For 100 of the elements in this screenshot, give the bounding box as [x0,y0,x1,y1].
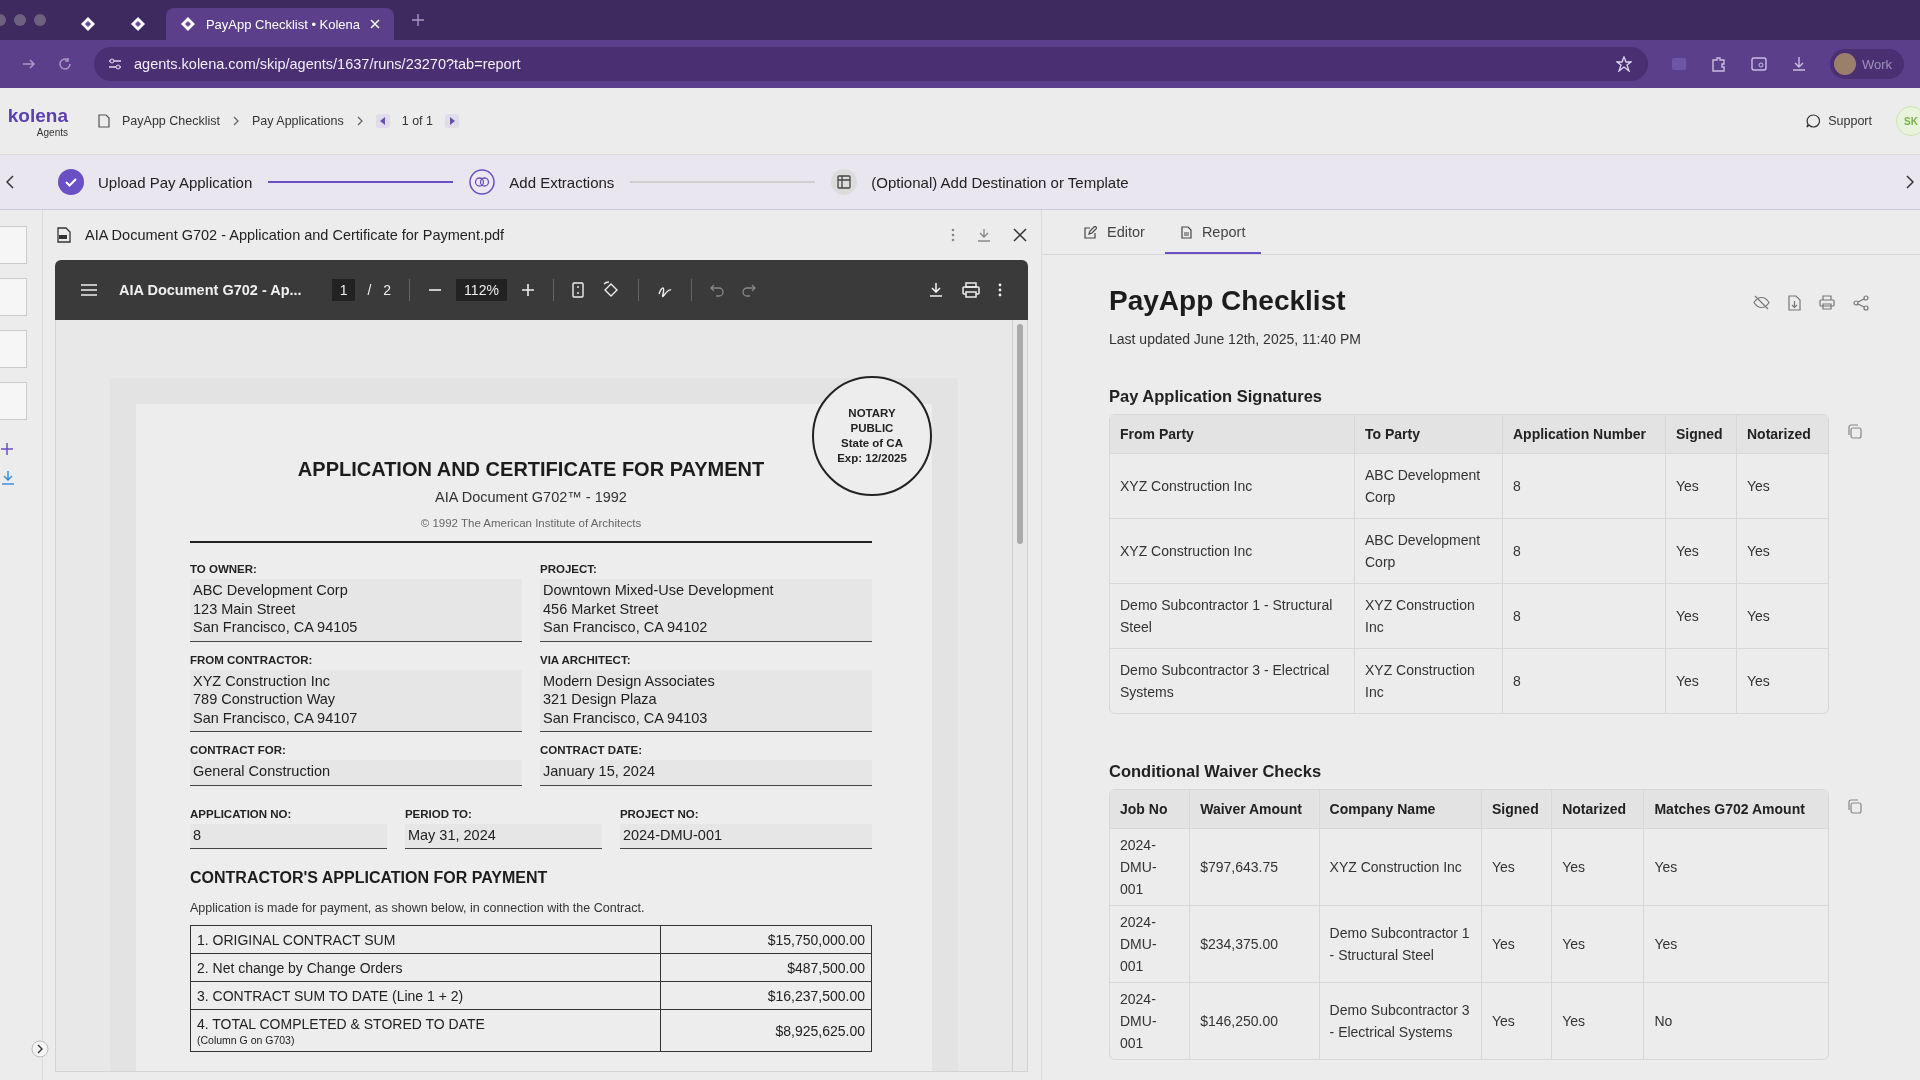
chevron-right-icon[interactable] [1906,175,1914,189]
next-icon[interactable] [445,114,459,128]
section-heading: Pay Application Signatures [1109,387,1324,406]
support-button[interactable]: Support [1806,114,1872,128]
field-label: CONTRACT FOR: [190,744,287,756]
table-cell: XYZ Construction Inc [1319,828,1482,905]
table-cell: ABC Development Corp [1355,518,1503,583]
avatar-icon [1833,53,1856,75]
table-cell: Yes [1552,905,1645,982]
wizard-step[interactable]: Upload Pay Application [58,169,253,195]
table-cell: Yes [1482,828,1553,905]
page-separator: / [367,282,372,298]
table-cell: XYZ Construction Inc [1110,453,1355,518]
scrollbar-thumb[interactable] [1017,324,1023,544]
table-cell: Demo Subcontractor 3 - Electrical Systems [1110,648,1355,713]
copy-icon[interactable] [1847,799,1862,814]
wizard-step[interactable]: (Optional) Add Destination or Template [831,169,1129,195]
zoom-field[interactable]: 112% [456,279,507,301]
chevron-left-icon[interactable] [6,175,14,189]
profile-button[interactable]: Work [1829,49,1904,79]
table-cell: Yes [1666,648,1737,713]
url-text: agents.kolena.com/skip/agents/1637/runs/23270?tab=report [134,56,522,72]
new-tab-icon[interactable] [412,14,424,26]
tab-search-icon[interactable] [1749,55,1768,73]
table-cell: Yes [1666,583,1737,648]
browser-tab[interactable]: PayApp Checklist • Kolena [166,8,394,40]
page-thumbnail[interactable] [0,278,27,316]
more-icon[interactable] [998,283,1002,297]
table-cell: Yes [1644,905,1828,982]
page-number-field[interactable]: 1 [331,279,356,301]
previous-icon[interactable] [375,114,390,128]
export-document-icon[interactable] [1788,295,1801,311]
column-header: Matches G702 Amount [1644,790,1828,828]
column-header: Company Name [1319,790,1482,828]
hide-icon[interactable] [1753,295,1770,310]
chevron-right-icon [231,116,240,126]
field-label: PROJECT: [540,563,598,575]
document-title: AIA Document G702 - Ap... [119,282,302,298]
chevron-right-icon [355,116,364,126]
last-updated-text: Last updated June 12th, 2025, 11:40 PM [1109,331,1361,347]
view-tab[interactable]: Editor [1068,224,1161,254]
column-header: Application Number [1503,415,1666,453]
page-thumbnail[interactable] [0,330,27,368]
section-heading: CONTRACTOR'S APPLICATION FOR PAYMENT [190,869,549,887]
table-cell: Yes [1737,583,1828,648]
line-item-label: 3. CONTRACT SUM TO DATE (Line 1 + 2) [190,981,661,1010]
table-cell: 8 [1503,648,1666,713]
menu-icon[interactable] [81,284,97,296]
table-cell: Demo Subcontractor 1 - Structural Steel [1110,583,1355,648]
table-cell: Yes [1482,982,1553,1059]
logo-text[interactable]: kolena [7,104,68,127]
line-item-amount: $8,925,625.00 [660,1009,872,1052]
share-icon[interactable] [1853,295,1869,311]
print-icon[interactable] [962,282,980,298]
document-icon [98,114,110,128]
wizard-step[interactable]: Add Extractions [469,169,615,195]
copy-icon[interactable] [1847,424,1862,439]
table-cell: Yes [1737,453,1828,518]
document-subtitle: AIA Document G702™ - 1992 [434,489,628,505]
field-label: CONTRACT DATE: [540,744,643,756]
close-icon[interactable] [1013,228,1027,242]
table-cell: Yes [1666,518,1737,583]
chat-icon [1806,114,1821,128]
zoom-in-icon[interactable] [520,283,535,297]
add-icon[interactable] [0,442,14,456]
address-bar[interactable]: agents.kolena.com/skip/agents/1637/runs/23270?tab=report [94,47,1648,81]
stamp-text: PUBLIC [850,421,894,436]
puzzle-icon[interactable] [1709,55,1728,73]
table-cell: Demo Subcontractor 3 - Electrical Systems [1319,982,1482,1059]
fit-page-icon[interactable] [571,282,584,298]
window-controls[interactable] [0,14,46,26]
table-cell: Demo Subcontractor 1 - Structural Steel [1319,905,1482,982]
view-tab[interactable]: Report [1164,224,1262,254]
stamp-text: Exp: 12/2025 [837,451,907,466]
table-cell: 2024-DMU-001 [1110,905,1191,982]
intro-text: Application is made for payment, as shown below, in connection with the Contract. [190,901,646,915]
table-cell: XYZ Construction Inc [1110,518,1355,583]
page-thumbnail[interactable] [0,226,27,264]
field-label: PROJECT NO: [619,807,700,820]
breadcrumb-link[interactable]: PayApp Checklist [122,114,220,128]
stamp-text: State of CA [841,436,903,451]
document-icon [1180,225,1192,239]
field-value: General Construction [190,760,522,786]
pager-text: 1 of 1 [401,114,433,128]
rotate-icon[interactable] [601,281,620,299]
forward-icon[interactable] [22,57,36,71]
breadcrumb-link[interactable]: Pay Applications [251,114,344,128]
bookmark-star-icon[interactable] [1615,56,1632,72]
column-header: From Party [1110,415,1355,453]
reload-icon[interactable] [58,57,72,71]
field-label: APPLICATION NO: [190,807,293,820]
table-cell: 8 [1503,453,1666,518]
undo-icon [709,283,724,297]
file-name: AIA Document G702 - Application and Certificate for Payment.pdf [85,227,506,243]
brain-icon [469,169,496,195]
table-cell: 2024-DMU-001 [1110,982,1191,1059]
expand-icon[interactable] [31,1040,49,1058]
table-cell: No [1644,982,1828,1059]
line-item-label: 4. TOTAL COMPLETED & STORED TO DATE (Column G on G703) [190,1009,661,1052]
page-thumbnail[interactable] [0,382,27,420]
